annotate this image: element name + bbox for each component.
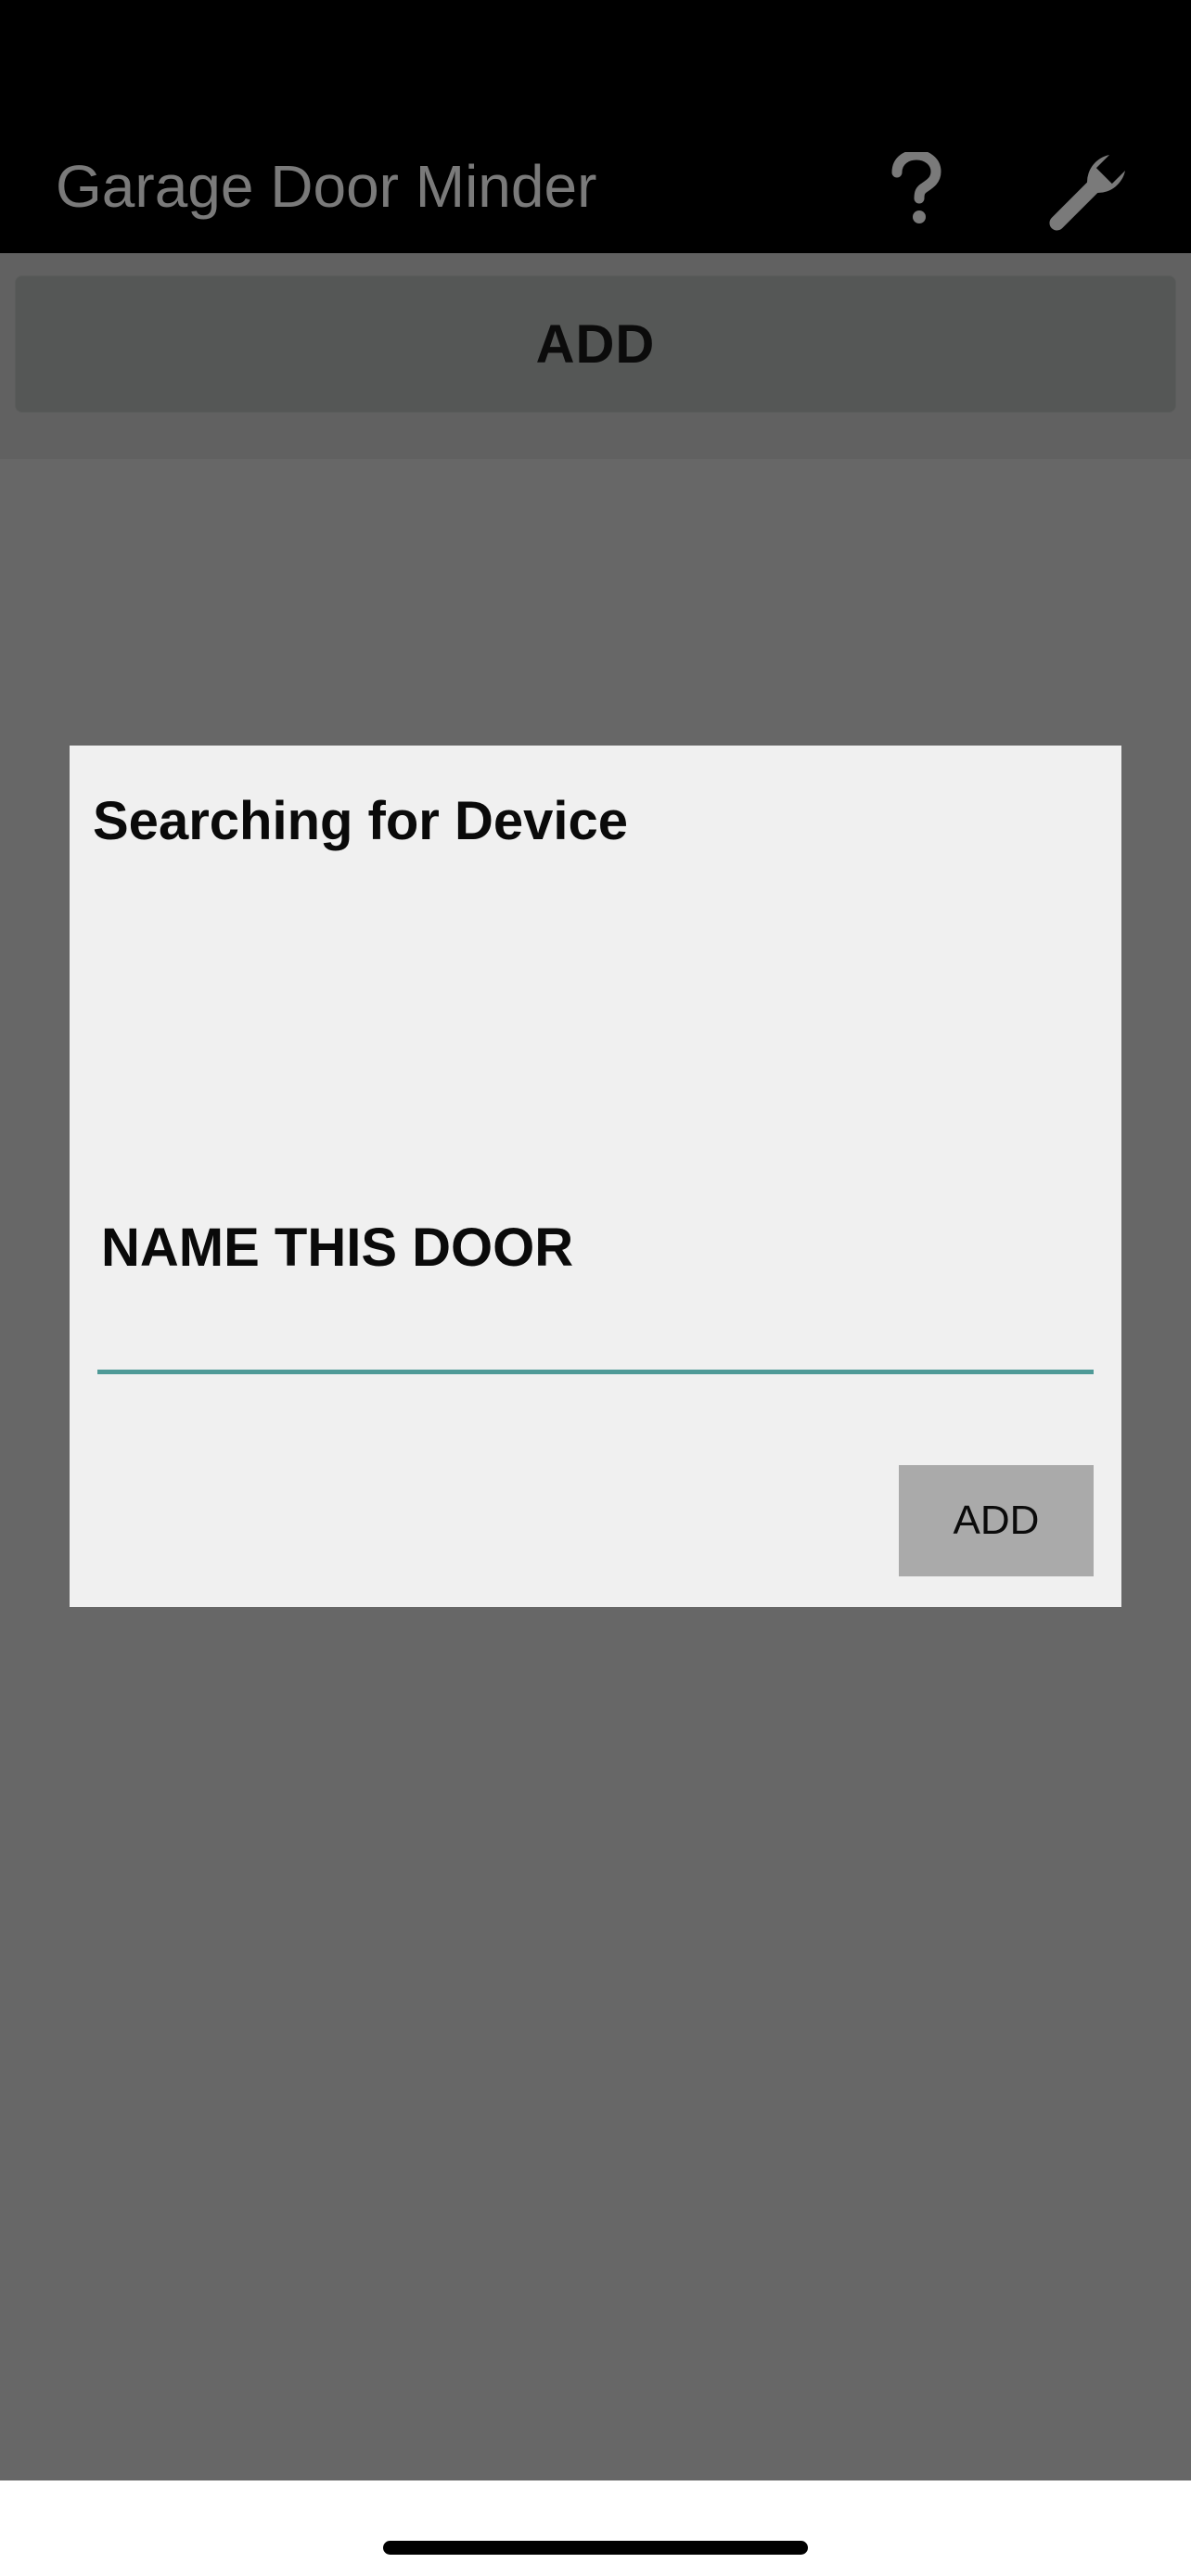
status-bar [0,0,1191,139]
add-device-dialog: Searching for Device NAME THIS DOOR ADD [70,746,1121,1607]
home-indicator[interactable] [383,2541,808,2555]
app-bar: Garage Door Minder [0,139,1191,253]
door-name-input[interactable] [97,1302,1094,1374]
home-indicator-area [0,2480,1191,2576]
wrench-icon [1049,154,1126,231]
question-mark-icon [891,152,941,223]
dialog-title: Searching for Device [93,791,628,851]
help-button[interactable] [876,148,957,230]
toolbar: ADD [0,253,1191,459]
add-door-button[interactable]: ADD [15,275,1176,413]
name-door-label: NAME THIS DOOR [101,1218,574,1278]
app-title: Garage Door Minder [56,153,597,220]
dialog-add-button[interactable]: ADD [899,1465,1094,1576]
settings-button[interactable] [1039,145,1135,241]
